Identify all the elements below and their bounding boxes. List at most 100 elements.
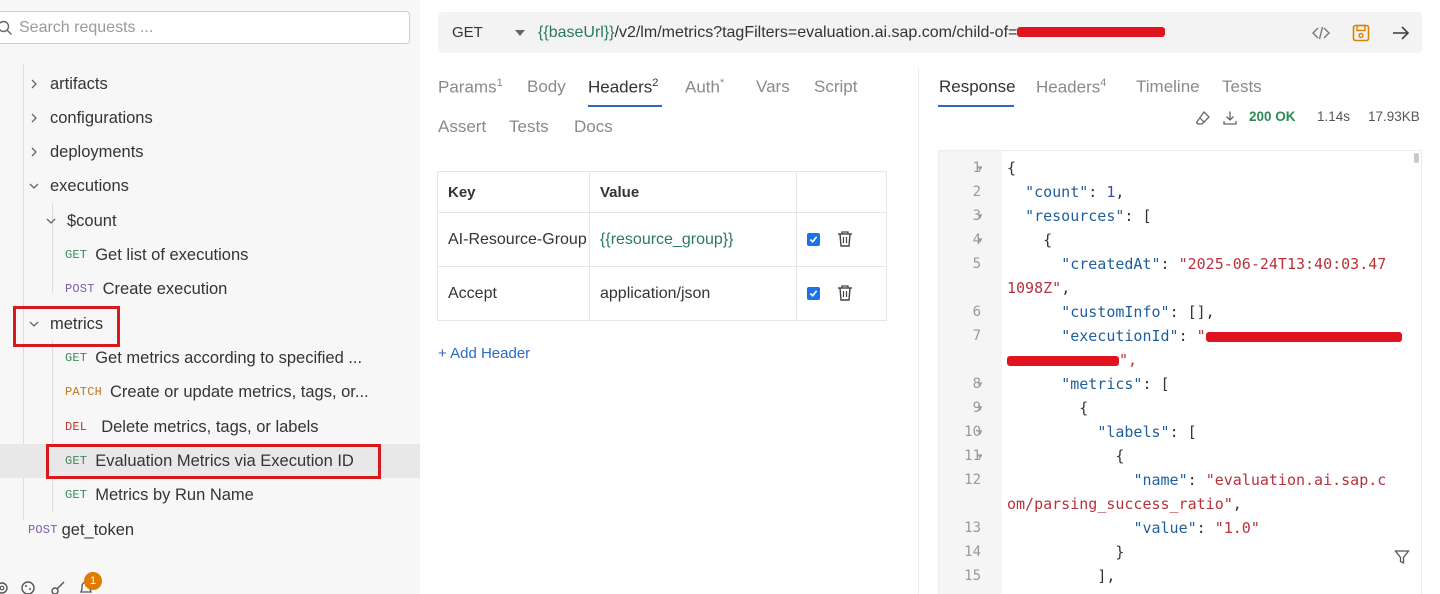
folder-label: $count bbox=[67, 211, 117, 230]
tab-auth[interactable]: Auth* bbox=[685, 77, 724, 98]
method-badge: POST bbox=[28, 523, 58, 537]
folder-label: configurations bbox=[50, 108, 153, 127]
request-item[interactable]: POST get_token bbox=[0, 513, 420, 547]
tab-params[interactable]: Params1 bbox=[438, 77, 503, 98]
method-badge: GET bbox=[65, 248, 88, 262]
tab-timeline[interactable]: Timeline bbox=[1136, 77, 1200, 97]
redaction-mark bbox=[1205, 331, 1402, 342]
scrollbar-thumb[interactable] bbox=[1414, 153, 1419, 163]
chevron-right-icon bbox=[31, 147, 37, 157]
response-size: 17.93KB bbox=[1368, 109, 1420, 124]
enabled-checkbox[interactable] bbox=[807, 286, 820, 300]
save-icon[interactable] bbox=[1351, 23, 1371, 43]
tab-tests[interactable]: Tests bbox=[509, 117, 549, 137]
row-actions bbox=[796, 266, 887, 321]
folder-deployments[interactable]: deployments bbox=[0, 135, 420, 169]
filter-icon[interactable] bbox=[1394, 549, 1410, 565]
column-header-value: Value bbox=[589, 171, 797, 213]
line-number: 10 bbox=[964, 424, 981, 440]
url-input[interactable]: {{baseUrl}}/v2/lm/metrics?tagFilters=eva… bbox=[538, 23, 1166, 42]
fold-caret-icon[interactable]: ▼ bbox=[976, 236, 984, 245]
response-body-viewer[interactable]: 1 2 3 4 5 6 7 8 9 10 11 12 13 14 15 ▼ ▼ … bbox=[938, 150, 1422, 594]
tab-response-tests[interactable]: Tests bbox=[1222, 77, 1262, 97]
header-key-cell[interactable]: Accept bbox=[437, 266, 590, 321]
folder-metrics[interactable]: metrics bbox=[0, 307, 420, 341]
line-number: 3 bbox=[972, 208, 981, 224]
fold-caret-icon[interactable]: ▼ bbox=[976, 380, 984, 389]
eraser-icon[interactable] bbox=[1195, 110, 1211, 126]
header-value-cell[interactable]: {{resource_group}} bbox=[589, 212, 797, 267]
cookie-icon[interactable] bbox=[20, 580, 36, 594]
code-line: 1098Z", bbox=[1007, 279, 1071, 297]
folder-count[interactable]: $count bbox=[0, 204, 420, 238]
code-line: "count": 1, bbox=[1025, 183, 1125, 201]
fold-caret-icon[interactable]: ▼ bbox=[976, 452, 984, 461]
settings-icon[interactable] bbox=[0, 580, 10, 594]
send-arrow-icon[interactable] bbox=[1391, 23, 1411, 43]
header-key-cell[interactable]: AI-Resource-Group bbox=[437, 212, 590, 267]
tab-script[interactable]: Script bbox=[814, 77, 857, 97]
code-line: "name": "evaluation.ai.sap.c bbox=[1133, 471, 1387, 489]
method-badge: GET bbox=[65, 488, 88, 502]
tab-docs[interactable]: Docs bbox=[574, 117, 613, 137]
chevron-down-icon bbox=[29, 183, 39, 189]
chevron-down-icon bbox=[46, 218, 56, 224]
status-badge: 200 OK bbox=[1249, 109, 1296, 124]
request-item[interactable]: GET Get metrics according to specified .… bbox=[0, 341, 420, 375]
line-number-gutter: 1 2 3 4 5 6 7 8 9 10 11 12 13 14 15 ▼ ▼ … bbox=[939, 151, 1002, 594]
tab-body[interactable]: Body bbox=[527, 77, 566, 97]
method-badge: POST bbox=[65, 282, 95, 296]
tab-response[interactable]: Response bbox=[939, 77, 1016, 97]
search-icon bbox=[0, 20, 12, 35]
request-item[interactable]: DEL Delete metrics, tags, or labels bbox=[0, 410, 420, 444]
line-number: 6 bbox=[972, 304, 981, 320]
url-variable: {{baseUrl}} bbox=[538, 23, 615, 41]
folder-artifacts[interactable]: artifacts bbox=[0, 67, 420, 101]
code-line: "value": "1.0" bbox=[1133, 519, 1260, 537]
tab-vars[interactable]: Vars bbox=[756, 77, 790, 97]
method-badge: GET bbox=[65, 454, 88, 468]
headers-table: Key Value AI-Resource-Group {{resource_g… bbox=[437, 171, 887, 321]
search-input[interactable] bbox=[19, 18, 389, 37]
method-select[interactable]: GET bbox=[452, 24, 514, 41]
request-item-selected[interactable]: GET Evaluation Metrics via Execution ID bbox=[0, 444, 420, 478]
fold-caret-icon[interactable]: ▼ bbox=[976, 428, 984, 437]
pane-divider[interactable] bbox=[918, 68, 919, 594]
table-row: Accept application/json bbox=[437, 266, 887, 321]
fold-caret-icon[interactable]: ▼ bbox=[976, 164, 984, 173]
fold-caret-icon[interactable]: ▼ bbox=[976, 404, 984, 413]
request-label: Delete metrics, tags, or labels bbox=[101, 417, 319, 436]
url-bar: GET {{baseUrl}}/v2/lm/metrics?tagFilters… bbox=[438, 12, 1422, 53]
tab-response-headers[interactable]: Headers4 bbox=[1036, 77, 1106, 98]
tab-assert[interactable]: Assert bbox=[438, 117, 486, 137]
code-icon[interactable] bbox=[1311, 23, 1331, 43]
trash-icon[interactable] bbox=[836, 230, 854, 248]
tab-headers[interactable]: Headers2 bbox=[588, 77, 658, 98]
line-number: 12 bbox=[964, 472, 981, 488]
line-number: 15 bbox=[964, 568, 981, 584]
code-line: "metrics": [ bbox=[1061, 375, 1170, 393]
active-tab-indicator bbox=[588, 105, 662, 107]
enabled-checkbox[interactable] bbox=[807, 232, 820, 246]
code-line: ], bbox=[1097, 567, 1116, 585]
fold-caret-icon[interactable]: ▼ bbox=[976, 212, 984, 221]
request-item[interactable]: PATCH Create or update metrics, tags, or… bbox=[0, 375, 420, 409]
table-header-row: Key Value bbox=[437, 171, 887, 213]
download-icon[interactable] bbox=[1222, 110, 1238, 126]
folder-executions[interactable]: executions bbox=[0, 169, 420, 203]
key-icon[interactable] bbox=[50, 580, 66, 594]
header-value-cell[interactable]: application/json bbox=[589, 266, 797, 321]
caret-down-icon[interactable] bbox=[514, 29, 526, 37]
code-line: ", bbox=[1007, 351, 1137, 369]
response-time: 1.14s bbox=[1317, 109, 1351, 124]
request-item[interactable]: POST Create execution bbox=[0, 272, 420, 306]
request-item[interactable]: GET Get list of executions bbox=[0, 238, 420, 272]
request-item[interactable]: GET Metrics by Run Name bbox=[0, 478, 420, 512]
chevron-right-icon bbox=[31, 79, 37, 89]
folder-label: artifacts bbox=[50, 74, 108, 93]
folder-configurations[interactable]: configurations bbox=[0, 101, 420, 135]
add-header-button[interactable]: + Add Header bbox=[438, 345, 530, 362]
search-box[interactable] bbox=[0, 11, 410, 44]
trash-icon[interactable] bbox=[836, 284, 854, 302]
code-line: "customInfo": [], bbox=[1061, 303, 1215, 321]
